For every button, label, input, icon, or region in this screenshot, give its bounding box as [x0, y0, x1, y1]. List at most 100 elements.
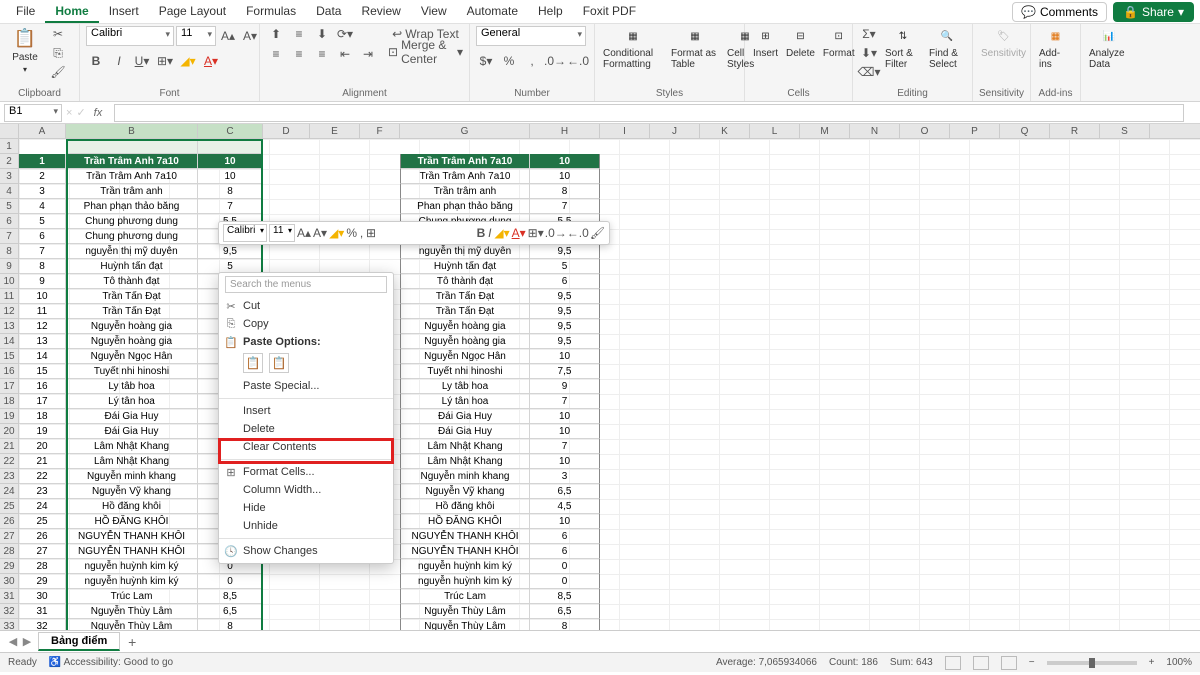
row-header-26[interactable]: 26 [0, 514, 18, 529]
cell[interactable]: 6 [530, 529, 600, 544]
cell[interactable]: Lý tân hoa [66, 394, 198, 409]
sheet-tab-active[interactable]: Bảng điểm [38, 632, 120, 651]
row-header-12[interactable]: 12 [0, 304, 18, 319]
comma-icon[interactable]: , [522, 53, 542, 69]
inc-decimal-icon[interactable]: .0→ [545, 53, 565, 69]
row-header-20[interactable]: 20 [0, 424, 18, 439]
cell[interactable]: Đái Gia Huy [66, 424, 198, 439]
mini-font-select[interactable]: Calibri [223, 224, 267, 242]
cell[interactable]: 20 [19, 439, 66, 454]
cell[interactable]: Nguyễn hoàng gia [400, 334, 530, 349]
cell[interactable]: 10 [530, 424, 600, 439]
row-header-2[interactable]: 2 [0, 154, 18, 169]
mini-percent-icon[interactable]: % [346, 225, 357, 241]
align-right-icon[interactable]: ≡ [312, 46, 332, 62]
ctx-column-width[interactable]: Column Width... [219, 481, 393, 499]
menu-tab-file[interactable]: File [6, 1, 45, 23]
cell[interactable]: 1 [19, 154, 66, 169]
grow-font-icon[interactable]: A▴ [218, 28, 238, 44]
name-box[interactable]: B1 [4, 104, 62, 122]
cell[interactable]: 0 [198, 574, 263, 589]
clear-icon[interactable]: ⌫▾ [859, 64, 879, 80]
cell[interactable]: HỒ ĐĂNG KHÔI [400, 514, 530, 529]
cell[interactable]: 10 [198, 169, 263, 184]
cell[interactable]: 8 [198, 184, 263, 199]
fx-icon[interactable]: fx [94, 107, 110, 119]
col-header-A[interactable]: A [19, 124, 66, 138]
sheet-prev[interactable]: ◀ [6, 635, 20, 648]
row-header-27[interactable]: 27 [0, 529, 18, 544]
row-header-22[interactable]: 22 [0, 454, 18, 469]
mini-inc-dec-icon[interactable]: .0→ [546, 225, 566, 241]
cell[interactable]: Nguyễn Ngọc Hân [400, 349, 530, 364]
col-header-B[interactable]: B [66, 124, 198, 138]
cell[interactable]: Trần Trâm Anh 7a10 [400, 154, 530, 169]
cell[interactable]: Hồ đăng khôi [66, 499, 198, 514]
mini-size-select[interactable]: 11 [269, 224, 295, 242]
menu-tab-foxit-pdf[interactable]: Foxit PDF [573, 1, 646, 23]
col-header-I[interactable]: I [600, 124, 650, 138]
menu-tab-page-layout[interactable]: Page Layout [149, 1, 236, 23]
row-header-5[interactable]: 5 [0, 199, 18, 214]
cell[interactable]: 9,5 [198, 244, 263, 259]
cell[interactable]: 10 [530, 514, 600, 529]
view-break-icon[interactable] [1001, 656, 1017, 670]
row-header-33[interactable]: 33 [0, 619, 18, 630]
col-header-R[interactable]: R [1050, 124, 1100, 138]
row-header-14[interactable]: 14 [0, 334, 18, 349]
cell[interactable]: Trần Tấn Đạt [66, 289, 198, 304]
cell[interactable]: NGUYỄN THANH KHÔI [66, 529, 198, 544]
col-header-P[interactable]: P [950, 124, 1000, 138]
cell[interactable]: 7 [530, 199, 600, 214]
cell[interactable]: Hồ đăng khôi [400, 499, 530, 514]
mini-comma-icon[interactable]: , [359, 225, 364, 241]
row-header-28[interactable]: 28 [0, 544, 18, 559]
menu-tab-home[interactable]: Home [45, 1, 98, 23]
cell[interactable]: 8 [19, 259, 66, 274]
cell[interactable]: Trần Trâm Anh 7a10 [400, 169, 530, 184]
cell[interactable]: 9,5 [530, 289, 600, 304]
paste-opt-1[interactable]: 📋 [243, 353, 263, 373]
cell[interactable]: Nguyễn Thùy Lâm [66, 619, 198, 630]
cell[interactable]: 14 [19, 349, 66, 364]
sheet-next[interactable]: ▶ [20, 635, 34, 648]
analyze-button[interactable]: 📊Analyze Data [1087, 26, 1131, 70]
row-header-10[interactable]: 10 [0, 274, 18, 289]
row-header-11[interactable]: 11 [0, 289, 18, 304]
cell[interactable]: 30 [19, 589, 66, 604]
indent-inc-icon[interactable]: ⇥ [358, 46, 378, 62]
cell[interactable]: 4 [19, 199, 66, 214]
view-normal-icon[interactable] [945, 656, 961, 670]
cell[interactable]: 28 [19, 559, 66, 574]
cell[interactable]: Đái Gia Huy [400, 409, 530, 424]
cell[interactable]: Chung phương dung [66, 214, 198, 229]
cell[interactable]: 25 [19, 514, 66, 529]
mini-fontcolor-icon[interactable]: A▾ [512, 225, 526, 241]
cell[interactable]: 5 [530, 259, 600, 274]
row-header-24[interactable]: 24 [0, 484, 18, 499]
cell[interactable]: 10 [530, 349, 600, 364]
shrink-font-icon[interactable]: A▾ [240, 28, 260, 44]
mini-bold-icon[interactable]: B [477, 225, 486, 241]
cell[interactable]: 10 [530, 454, 600, 469]
cell[interactable]: Nguyễn Vỹ khang [400, 484, 530, 499]
align-top-icon[interactable]: ⬆ [266, 26, 286, 42]
cell[interactable]: 7 [530, 394, 600, 409]
cell[interactable]: Tô thành đạt [66, 274, 198, 289]
mini-dec-dec-icon[interactable]: ←.0 [568, 225, 588, 241]
cell[interactable] [198, 139, 263, 154]
menu-tab-help[interactable]: Help [528, 1, 573, 23]
cell[interactable]: Trần trâm anh [400, 184, 530, 199]
cell[interactable]: 8,5 [530, 589, 600, 604]
cell[interactable]: nguyễn huỳnh kim ký [66, 574, 198, 589]
cell[interactable]: nguyễn huỳnh kim ký [400, 559, 530, 574]
cell[interactable]: 21 [19, 454, 66, 469]
copy-icon[interactable]: ⎘ [48, 45, 68, 61]
cell[interactable]: 8,5 [198, 589, 263, 604]
col-header-L[interactable]: L [750, 124, 800, 138]
paste-button[interactable]: 📋Paste▾ [6, 26, 44, 74]
menu-tab-insert[interactable]: Insert [99, 1, 149, 23]
cell[interactable]: Trần Trâm Anh 7a10 [66, 154, 198, 169]
cell[interactable]: Ly tâb hoa [66, 379, 198, 394]
cell[interactable]: Nguyễn Thùy Lâm [400, 604, 530, 619]
